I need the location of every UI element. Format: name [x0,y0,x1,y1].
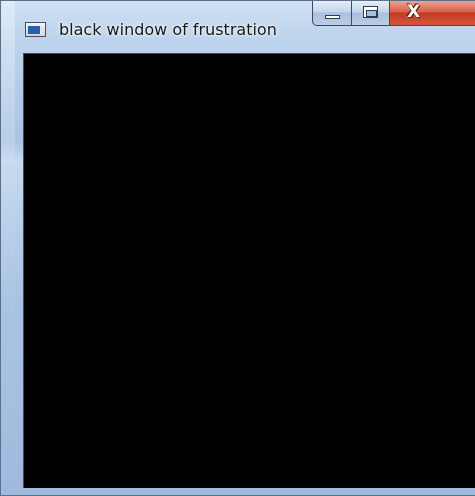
maximize-button[interactable] [351,1,390,26]
minimize-icon [325,15,340,19]
window-title: black window of frustration [59,20,277,39]
window-controls: X [312,1,475,27]
app-window: black window of frustration X [0,0,475,496]
icon-inner [28,26,40,34]
application-window-icon[interactable] [25,22,46,37]
close-button[interactable]: X [389,1,475,26]
client-area[interactable] [23,53,475,488]
title-bar[interactable]: black window of frustration X [1,1,475,53]
maximize-icon [363,6,378,18]
minimize-button[interactable] [312,1,352,26]
close-icon: X [407,2,421,22]
icon-stripe [40,26,43,34]
